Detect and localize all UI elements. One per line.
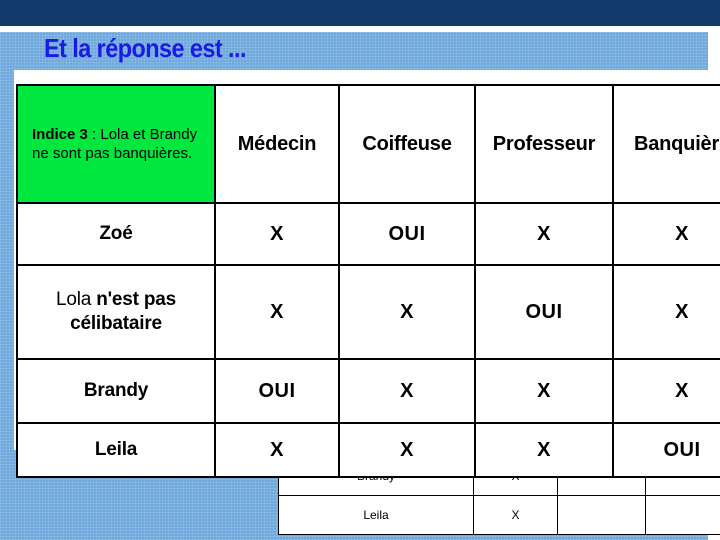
cell-lola-coiffeuse: X [338,264,476,360]
cell-brandy-banquiere: X [612,358,720,424]
row-header-zoe: Zoé [16,202,216,266]
slide: Et la réponse est ... Brandy X Leila X [0,0,720,540]
cell-leila-professeur: X [474,422,614,478]
column-header-coiffeuse: Coiffeuse [338,84,476,204]
row-header-lola: Lola n'est pas célibataire [16,264,216,360]
cell-leila-medecin: X [214,422,340,478]
row-header-leila: Leila [16,422,216,478]
table-row: Brandy OUI X X X [16,358,720,424]
row-header-brandy: Brandy [16,358,216,424]
cell-zoe-professeur: X [474,202,614,266]
cell-brandy-coiffeuse: X [338,358,476,424]
bg-row-empty [557,495,646,535]
slide-top-band [0,0,720,26]
row-header-lola-prefix: Lola [55,289,97,311]
cell-zoe-coiffeuse: OUI [338,202,476,266]
logic-grid-table: Indice 3 : Lola et Brandy ne sont pas ba… [16,84,720,478]
cell-brandy-medecin: OUI [214,358,340,424]
column-header-professeur: Professeur [474,84,614,204]
cell-lola-professeur: OUI [474,264,614,360]
cell-leila-coiffeuse: X [338,422,476,478]
cell-zoe-medecin: X [214,202,340,266]
table-header-row: Indice 3 : Lola et Brandy ne sont pas ba… [16,84,720,204]
table-row: Leila X X X OUI [16,422,720,478]
clue-label: Indice 3 [32,125,88,143]
table-row: Zoé X OUI X X [16,202,720,266]
cell-lola-banquiere: X [612,264,720,360]
cell-zoe-banquiere: X [612,202,720,266]
cell-lola-medecin: X [214,264,340,360]
column-header-banquiere: Banquière [612,84,720,204]
cell-brandy-professeur: X [474,358,614,424]
page-title: Et la réponse est ... [44,33,246,63]
column-header-medecin: Médecin [214,84,340,204]
bg-row-empty [645,495,720,535]
table-row: Lola n'est pas célibataire X X OUI X [16,264,720,360]
cell-leila-banquiere: OUI [612,422,720,478]
bg-row-name: Leila [278,495,474,535]
bg-row-mark: X [473,495,558,535]
table-row: Leila X [278,495,720,535]
clue-cell: Indice 3 : Lola et Brandy ne sont pas ba… [16,84,216,204]
clue-separator: : [87,125,101,143]
